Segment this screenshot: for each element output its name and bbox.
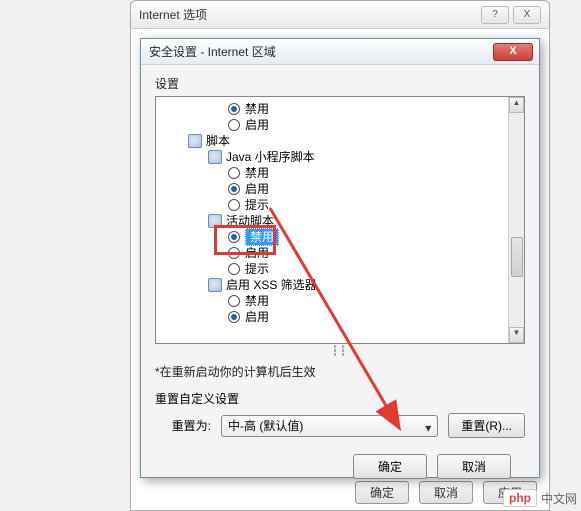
reset-row: 重置为: 中-高 (默认值) 重置(R)... xyxy=(155,413,525,438)
radio-option: 启用 xyxy=(160,245,524,261)
dialog-title: 安全设置 - Internet 区域 xyxy=(147,43,493,60)
dialog-titlebar[interactable]: 安全设置 - Internet 区域 X xyxy=(141,39,539,65)
radio-icon[interactable] xyxy=(228,263,240,275)
watermark: php 中文网 xyxy=(503,489,577,507)
reset-button[interactable]: 重置(R)... xyxy=(448,413,525,438)
radio-icon[interactable] xyxy=(228,231,240,243)
radio-option: 启用 xyxy=(160,181,524,197)
cancel-button[interactable]: 取消 xyxy=(437,454,511,479)
tree-content: 禁用 启用 脚本 Java 小程序脚本 禁用 启用 提示 活动脚本 禁用 启用 … xyxy=(156,97,524,329)
radio-option: 禁用 xyxy=(160,165,524,181)
watermark-text: 中文网 xyxy=(541,490,577,507)
radio-option-active-disable: 禁用 xyxy=(160,229,524,245)
radio-option: 启用 xyxy=(160,309,524,325)
settings-label: 设置 xyxy=(155,75,525,92)
radio-option: 启用 xyxy=(160,117,524,133)
security-settings-dialog: 安全设置 - Internet 区域 X 设置 禁用 启用 脚本 Java 小程… xyxy=(140,38,540,478)
reset-level-combobox[interactable]: 中-高 (默认值) xyxy=(221,415,438,437)
scrollbar[interactable]: ▲ ▼ xyxy=(508,97,524,343)
script-icon xyxy=(208,214,222,228)
script-icon xyxy=(188,134,202,148)
radio-icon[interactable] xyxy=(228,103,240,115)
tree-group-java-applet: Java 小程序脚本 xyxy=(160,149,524,165)
script-icon xyxy=(208,278,222,292)
settings-tree[interactable]: 禁用 启用 脚本 Java 小程序脚本 禁用 启用 提示 活动脚本 禁用 启用 … xyxy=(155,96,525,344)
scroll-up-button[interactable]: ▲ xyxy=(509,97,524,113)
watermark-badge: php xyxy=(503,489,537,507)
radio-icon[interactable] xyxy=(228,183,240,195)
radio-icon[interactable] xyxy=(228,199,240,211)
dialog-body: 设置 禁用 启用 脚本 Java 小程序脚本 禁用 启用 提示 活动脚本 禁用 … xyxy=(141,65,539,489)
script-icon xyxy=(208,150,222,164)
radio-icon[interactable] xyxy=(228,167,240,179)
scroll-thumb[interactable] xyxy=(511,237,523,277)
parent-close-button[interactable]: X xyxy=(513,6,541,24)
radio-option: 禁用 xyxy=(160,293,524,309)
scroll-down-button[interactable]: ▼ xyxy=(509,327,524,343)
radio-icon[interactable] xyxy=(228,247,240,259)
help-button[interactable]: ? xyxy=(481,6,509,24)
reset-section-label: 重置自定义设置 xyxy=(155,390,525,407)
radio-icon[interactable] xyxy=(228,119,240,131)
radio-option: 提示 xyxy=(160,261,524,277)
parent-window-controls: ? X xyxy=(481,6,541,24)
parent-titlebar: Internet 选项 ? X xyxy=(131,1,549,29)
close-button[interactable]: X xyxy=(493,43,533,61)
tree-group-scripts: 脚本 xyxy=(160,133,524,149)
tree-group-active-scripting: 活动脚本 xyxy=(160,213,524,229)
radio-icon[interactable] xyxy=(228,311,240,323)
radio-option: 提示 xyxy=(160,197,524,213)
dialog-buttons: 确定 取消 xyxy=(155,438,525,479)
radio-icon[interactable] xyxy=(228,295,240,307)
resize-grip-icon[interactable]: ┇┇ xyxy=(155,346,525,357)
ok-button[interactable]: 确定 xyxy=(353,454,427,479)
selected-label[interactable]: 禁用 xyxy=(245,228,279,246)
tree-group-xss-filter: 启用 XSS 筛选器 xyxy=(160,277,524,293)
restart-note: *在重新启动你的计算机后生效 xyxy=(155,363,525,380)
parent-title: Internet 选项 xyxy=(139,6,481,23)
radio-option: 禁用 xyxy=(160,101,524,117)
reset-to-label: 重置为: xyxy=(155,417,211,434)
